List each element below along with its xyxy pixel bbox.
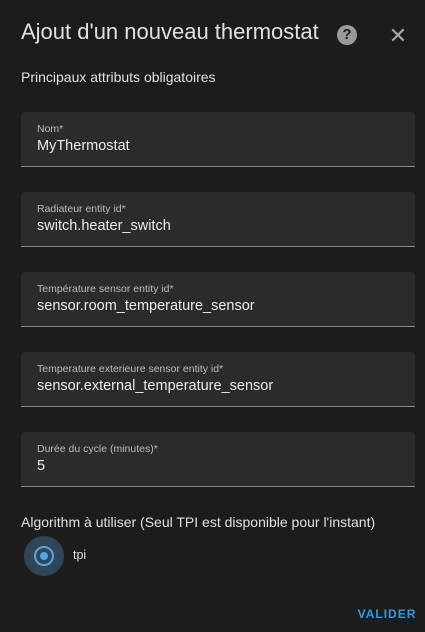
tpi-radio-label[interactable]: tpi — [73, 548, 86, 562]
heater-entity-field-label: Radiateur entity id* — [37, 203, 126, 215]
cycle-duration-field-value[interactable]: 5 — [37, 458, 45, 474]
name-field-value[interactable]: MyThermostat — [37, 138, 130, 154]
dialog-header: Ajout d'un nouveau thermostat ? ✕ — [0, 0, 425, 64]
tpi-radio[interactable] — [24, 536, 64, 576]
dialog-title: Ajout d'un nouveau thermostat — [21, 19, 319, 44]
radio-dot — [40, 552, 48, 560]
submit-button[interactable]: VALIDER — [352, 603, 422, 625]
cycle-duration-field-label: Durée du cycle (minutes)* — [37, 443, 158, 455]
temperature-sensor-field[interactable]: Température sensor entity id* sensor.roo… — [21, 272, 415, 327]
name-field-label: Nom* — [37, 123, 64, 135]
external-temperature-sensor-field-value[interactable]: sensor.external_temperature_sensor — [37, 378, 273, 394]
help-circle-icon[interactable]: ? — [337, 25, 357, 45]
temperature-sensor-field-label: Température sensor entity id* — [37, 283, 174, 295]
radio-ring — [34, 546, 54, 566]
temperature-sensor-field-value[interactable]: sensor.room_temperature_sensor — [37, 298, 255, 314]
cycle-duration-field[interactable]: Durée du cycle (minutes)* 5 — [21, 432, 415, 487]
add-thermostat-dialog: Ajout d'un nouveau thermostat ? ✕ Princi… — [0, 0, 425, 632]
section-label: Principaux attributs obligatoires — [21, 69, 216, 85]
external-temperature-sensor-field[interactable]: Temperature exterieure sensor entity id*… — [21, 352, 415, 407]
heater-entity-field-value[interactable]: switch.heater_switch — [37, 218, 171, 234]
name-field[interactable]: Nom* MyThermostat — [21, 112, 415, 167]
algorithm-label: Algorithm à utiliser (Seul TPI est dispo… — [21, 514, 376, 530]
close-icon[interactable]: ✕ — [386, 24, 410, 48]
external-temperature-sensor-field-label: Temperature exterieure sensor entity id* — [37, 363, 224, 375]
heater-entity-field[interactable]: Radiateur entity id* switch.heater_switc… — [21, 192, 415, 247]
